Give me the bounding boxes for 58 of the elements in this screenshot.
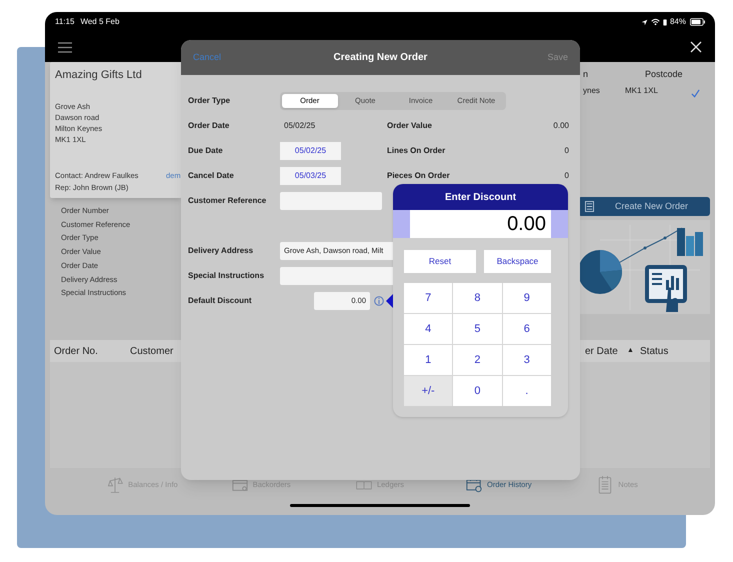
battery-percent: 84% xyxy=(670,16,686,28)
field-value: 05/02/25 xyxy=(283,120,316,132)
keypad-key[interactable]: . xyxy=(502,376,551,406)
field-label: Default Discount xyxy=(188,294,253,306)
keypad-key[interactable]: 7 xyxy=(404,283,452,313)
create-order-button[interactable]: Create New Order xyxy=(578,197,710,216)
keypad-key[interactable]: 4 xyxy=(404,314,452,344)
keypad-key[interactable]: 0 xyxy=(453,376,502,406)
text-field[interactable] xyxy=(280,192,382,210)
field-label: Order Value xyxy=(387,120,432,132)
field-label: Order Type xyxy=(188,94,232,106)
field-label: Due Date xyxy=(188,144,224,156)
column-header: n xyxy=(583,68,588,81)
column-header: Status xyxy=(640,344,668,358)
close-icon[interactable] xyxy=(690,41,702,53)
keypad-key[interactable]: 9 xyxy=(502,283,551,313)
keypad-key[interactable]: 3 xyxy=(502,345,551,375)
column-header: er Date xyxy=(585,344,618,358)
keypad-key[interactable]: 2 xyxy=(453,345,502,375)
keypad-key[interactable]: +/- xyxy=(404,376,452,406)
menu-icon[interactable] xyxy=(58,42,72,52)
keypad-key[interactable]: 8 xyxy=(453,283,502,313)
lock-icon xyxy=(662,18,667,26)
column-header: Customer xyxy=(130,344,174,358)
status-time: 11:15 xyxy=(55,16,74,28)
keypad-key[interactable]: 5 xyxy=(453,314,502,344)
dialog-title: Creating New Order xyxy=(334,51,428,65)
keypad-action-button[interactable]: Reset xyxy=(404,250,476,273)
date-field[interactable]: 05/03/25 xyxy=(280,166,341,184)
keypad-key[interactable]: 1 xyxy=(404,345,452,375)
discount-display: 0.00 xyxy=(410,210,551,238)
field-label: Delivery Address xyxy=(188,244,254,256)
status-date: Wed 5 Feb xyxy=(80,16,120,28)
field-value: 0.00 xyxy=(553,120,569,132)
date-field[interactable]: 05/02/25 xyxy=(280,142,341,160)
location-icon xyxy=(640,18,648,26)
field-label: Order Date xyxy=(188,120,230,132)
field-label: Special Instructions xyxy=(188,270,266,282)
field-label: Pieces On Order xyxy=(387,170,450,182)
info-icon[interactable] xyxy=(374,296,384,306)
column-header: Order No. xyxy=(54,344,98,358)
field-value: 0 xyxy=(564,144,569,156)
column-header: Postcode xyxy=(645,68,683,81)
keypad-key[interactable]: 6 xyxy=(502,314,551,344)
field-label: Lines On Order xyxy=(387,144,446,156)
wifi-icon xyxy=(650,18,660,26)
battery-icon xyxy=(690,18,705,26)
table-cell: MK1 1XL xyxy=(625,84,658,96)
scales-icon xyxy=(107,476,124,494)
field-value: 0 xyxy=(564,170,569,182)
field-label: Customer Reference xyxy=(188,194,268,206)
customer-name: Amazing Gifts Ltd xyxy=(55,68,143,83)
keypad-action-button[interactable]: Backspace xyxy=(484,250,551,273)
field-label: Cancel Date xyxy=(188,170,235,182)
popup-title: Enter Discount xyxy=(393,184,568,210)
notepad-icon xyxy=(597,476,614,494)
document-icon xyxy=(585,201,594,212)
table-cell-text: ynes xyxy=(583,84,601,96)
